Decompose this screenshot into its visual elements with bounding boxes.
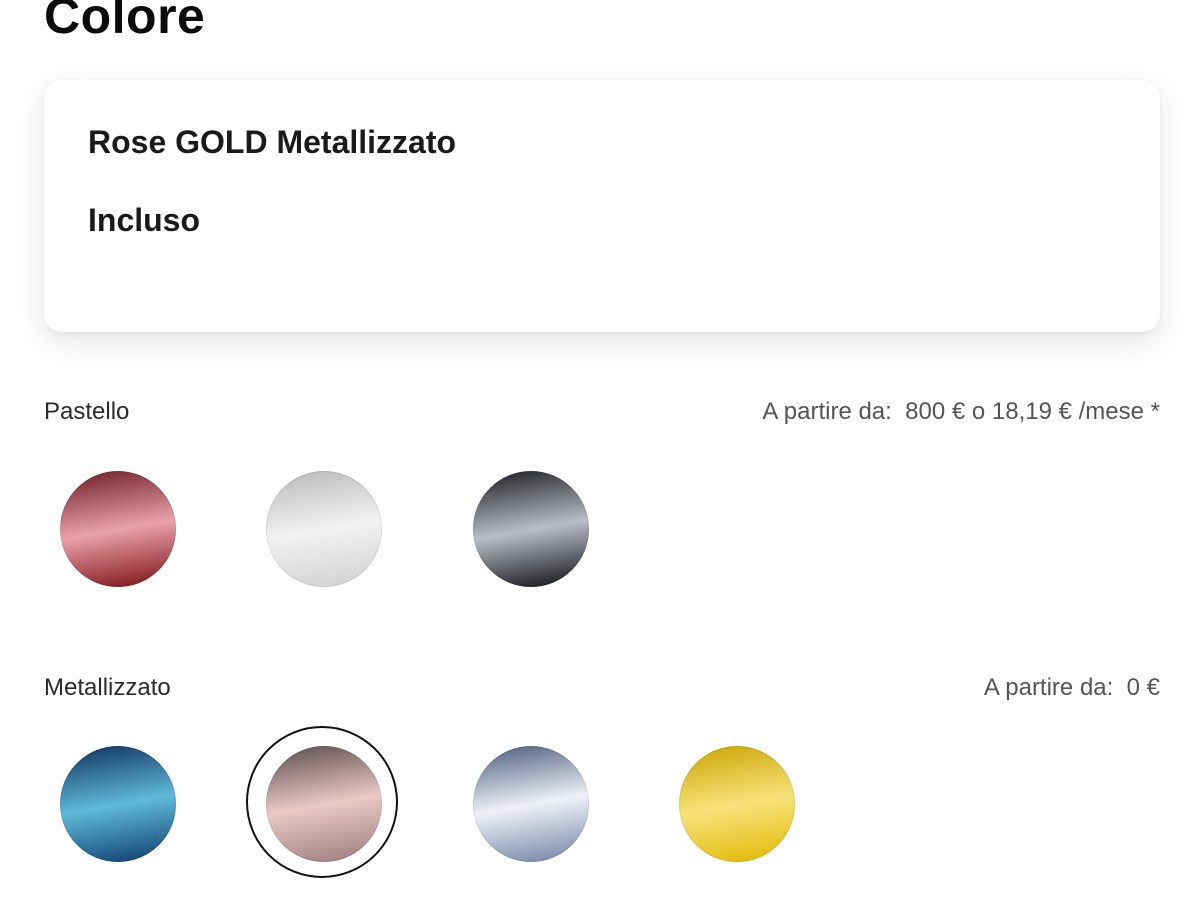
group-price-metallizzato: A partire da: 0 € <box>983 674 1160 701</box>
color-swatch-blue[interactable] <box>60 746 176 862</box>
color-swatch-yellow[interactable] <box>679 746 795 862</box>
group-label-pastello: Pastello <box>44 398 130 425</box>
selected-color-card: Rose GOLD Metallizzato Incluso <box>44 80 1160 332</box>
color-swatch-black[interactable] <box>473 471 589 587</box>
page-title: Colore <box>44 0 206 44</box>
group-label-metallizzato: Metallizzato <box>44 674 171 701</box>
color-swatch-silver-blue[interactable] <box>473 746 589 862</box>
group-price-pastello: A partire da: 800 € o 18,19 € /mese * <box>762 398 1160 425</box>
color-swatch-white[interactable] <box>266 471 382 587</box>
selected-color-price: Incluso <box>88 202 201 238</box>
selected-color-name: Rose GOLD Metallizzato <box>88 124 457 160</box>
color-swatch-red[interactable] <box>60 471 176 587</box>
color-swatch-rose-gold[interactable] <box>246 726 398 878</box>
